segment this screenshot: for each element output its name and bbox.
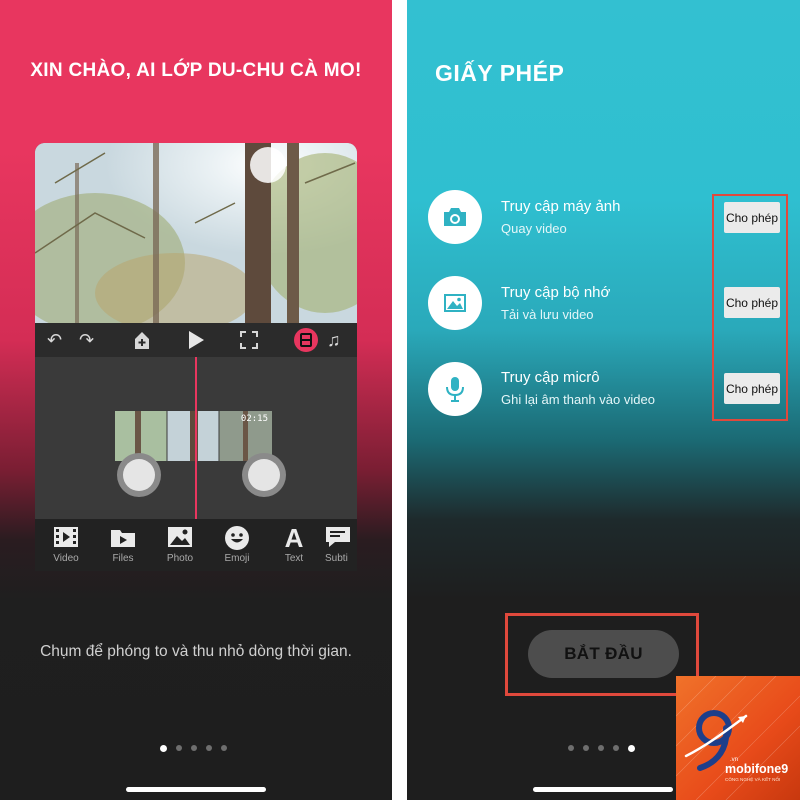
fullscreen-icon[interactable] xyxy=(240,330,258,350)
trim-handle-end[interactable] xyxy=(242,453,286,497)
mobifone9-watermark: .vn mobifone9 CÔNG NGHỆ VÀ KẾT NỐI xyxy=(676,676,800,800)
page-dot[interactable] xyxy=(613,745,619,751)
permission-title-camera: Truy cập máy ảnh xyxy=(501,198,621,215)
tool-emoji[interactable]: Emoji xyxy=(212,525,262,564)
redo-icon[interactable]: ↷ xyxy=(79,330,94,350)
permission-title-storage: Truy cập bộ nhớ xyxy=(501,284,611,301)
permission-subtitle-microphone: Ghi lại âm thanh vào video xyxy=(501,392,655,407)
onboarding-screen-welcome: XIN CHÀO, AI LỚP DU-CHU CÀ MO! ↶ ↷ ♫ 02:… xyxy=(0,0,392,800)
editor-toolbar: Video Files Photo Emoji A Text Subti xyxy=(35,519,357,571)
play-icon[interactable] xyxy=(187,330,205,350)
page-dot-active[interactable] xyxy=(160,744,167,752)
page-dot[interactable] xyxy=(568,745,574,751)
home-indicator xyxy=(533,787,673,792)
film-icon xyxy=(41,525,91,551)
watermark-brand: mobifone9 xyxy=(725,762,789,776)
text-icon: A xyxy=(284,523,304,553)
tool-video[interactable]: Video xyxy=(41,525,91,564)
clip-timecode: 02:15 xyxy=(240,414,268,424)
timeline[interactable]: 02:15 xyxy=(35,357,357,519)
editor-mockup: ↶ ↷ ♫ 02:15 Video Files Photo Emoji A Te… xyxy=(35,143,357,571)
camera-icon xyxy=(428,190,482,244)
tool-label: Video xyxy=(53,553,79,564)
permissions-title: GIẤY PHÉP xyxy=(435,60,565,86)
subtitle-icon xyxy=(325,525,357,551)
onboarding-caption: Chụm để phóng to và thu nhỏ dòng thời gi… xyxy=(40,643,352,660)
page-dot[interactable] xyxy=(191,745,197,751)
playback-controls: ↶ ↷ ♫ xyxy=(35,323,357,357)
image-icon xyxy=(428,276,482,330)
folder-icon xyxy=(98,525,148,551)
tool-label: Files xyxy=(112,553,134,564)
tool-subtitle[interactable]: Subti xyxy=(325,525,357,564)
page-indicator[interactable] xyxy=(160,742,227,754)
page-dot[interactable] xyxy=(176,745,182,751)
page-dot[interactable] xyxy=(206,745,212,751)
playhead[interactable] xyxy=(195,357,197,519)
page-dot[interactable] xyxy=(583,745,589,751)
add-clip-icon[interactable] xyxy=(133,330,151,350)
video-mode-icon[interactable] xyxy=(293,327,321,352)
microphone-icon xyxy=(428,362,482,416)
tool-label: Subti xyxy=(325,553,348,564)
page-dot[interactable] xyxy=(221,745,227,751)
emoji-icon xyxy=(212,525,262,551)
welcome-title: XIN CHÀO, AI LỚP DU-CHU CÀ MO! xyxy=(30,60,362,81)
trim-handle-start[interactable] xyxy=(117,453,161,497)
tool-files[interactable]: Files xyxy=(98,525,148,564)
tool-text[interactable]: A Text xyxy=(269,525,319,564)
page-indicator[interactable] xyxy=(568,742,635,754)
tool-label: Emoji xyxy=(224,553,250,564)
watermark-tagline: CÔNG NGHỆ VÀ KẾT NỐI xyxy=(725,777,781,782)
permission-subtitle-storage: Tải và lưu video xyxy=(501,307,594,322)
tool-photo[interactable]: Photo xyxy=(155,525,205,564)
video-preview xyxy=(35,143,357,323)
page-dot[interactable] xyxy=(598,745,604,751)
permission-title-microphone: Truy cập micrô xyxy=(501,369,600,386)
permission-subtitle-camera: Quay video xyxy=(501,221,567,236)
allow-buttons-highlight xyxy=(712,194,788,421)
home-indicator xyxy=(126,787,266,792)
start-button[interactable]: BẮT ĐẦU xyxy=(528,630,679,678)
tool-label: Photo xyxy=(166,553,194,564)
tool-label: Text xyxy=(284,553,304,564)
page-dot-active[interactable] xyxy=(628,744,635,752)
photo-icon xyxy=(155,525,205,551)
music-mode-icon[interactable]: ♫ xyxy=(327,330,341,350)
undo-icon[interactable]: ↶ xyxy=(47,330,62,350)
